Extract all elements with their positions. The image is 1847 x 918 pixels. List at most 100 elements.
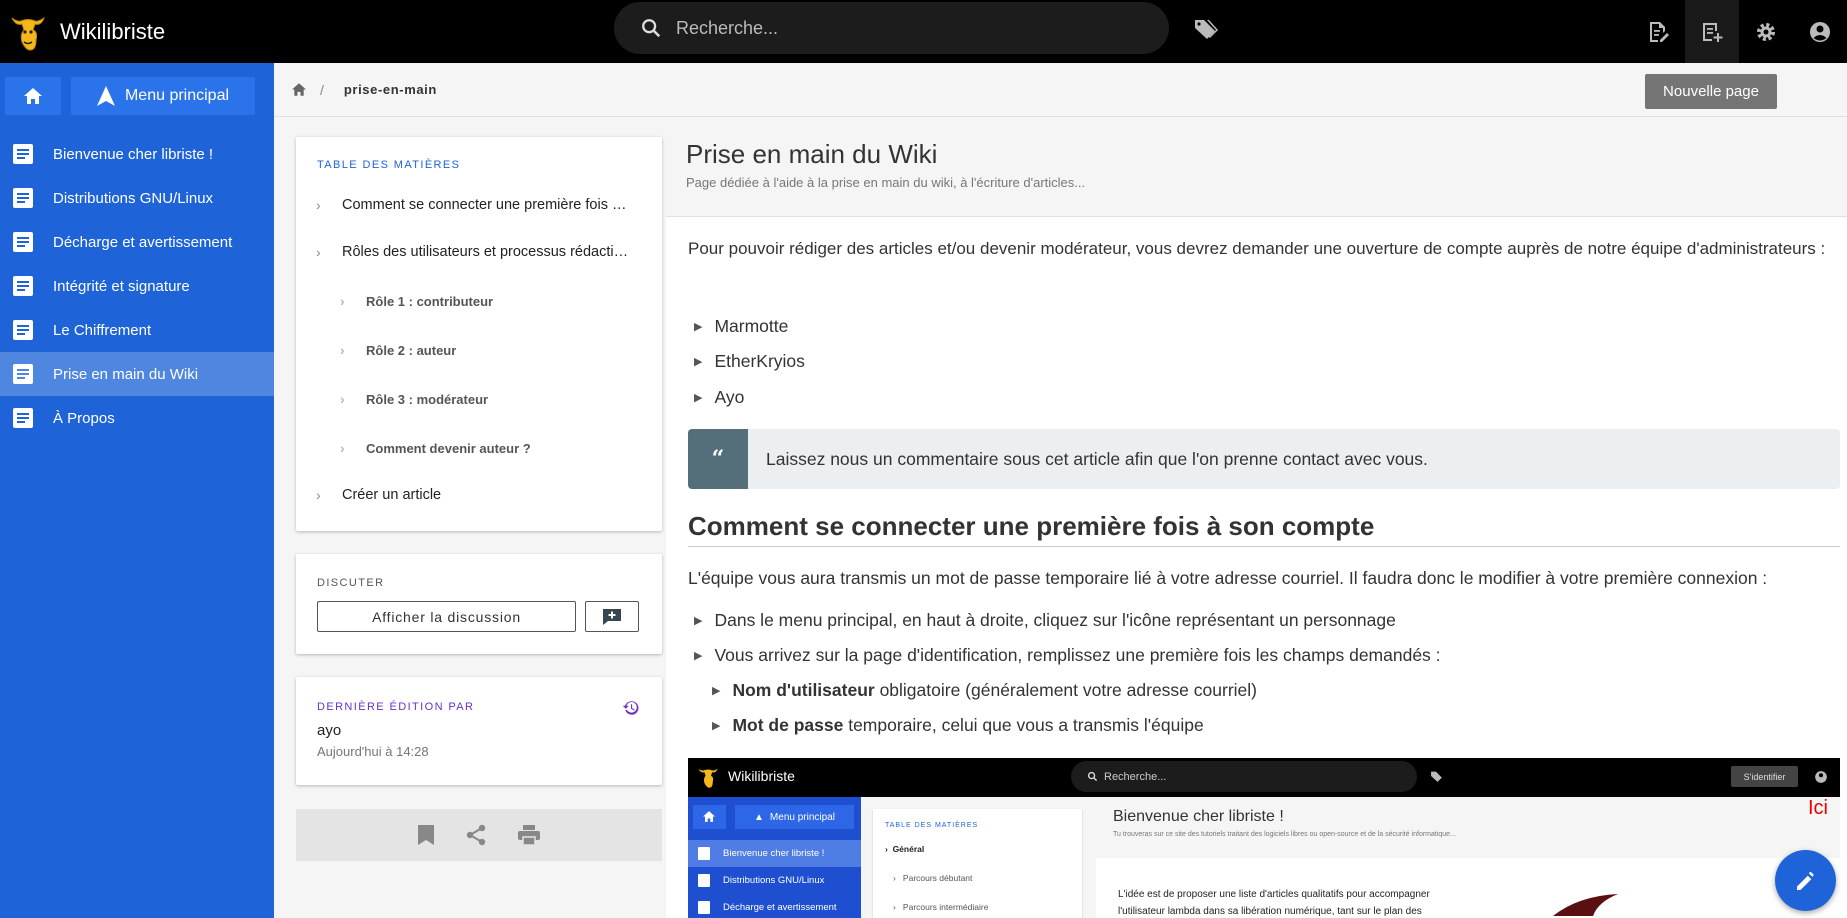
screenshot-toc-label: Parcours débutant (902, 873, 973, 883)
add-comment-button[interactable] (585, 601, 639, 632)
gnu-logo-icon[interactable] (8, 12, 48, 52)
screenshot-title: Bienvenue cher libriste ! (1113, 808, 1284, 825)
toc-item-label: Créer un article (342, 487, 442, 503)
list-item: ▶ Marmotte (694, 316, 788, 337)
chevron-right-icon: › (316, 197, 321, 213)
app-title[interactable]: Wikilibriste (60, 19, 165, 45)
share-icon[interactable] (465, 824, 487, 846)
home-button[interactable] (5, 77, 61, 115)
breadcrumb-current: prise-en-main (343, 82, 437, 97)
home-icon[interactable] (292, 83, 306, 96)
new-page-button-top[interactable] (1685, 0, 1739, 63)
main-menu-button[interactable]: Menu principal (71, 77, 255, 115)
edit-fab-button[interactable] (1775, 850, 1836, 911)
screenshot-topbar: Wikilibriste Recherche... S'identifier (688, 758, 1840, 797)
document-icon (13, 276, 33, 296)
screenshot-toc-item: › Général (885, 844, 925, 854)
last-edit-author[interactable]: ayo (317, 722, 341, 739)
search-icon (642, 19, 661, 38)
sidebar-item-bienvenue[interactable]: Bienvenue cher libriste ! (0, 132, 274, 176)
last-edit-date: Aujourd'hui à 14:28 (317, 744, 429, 759)
sidebar: Menu principal Bienvenue cher libriste !… (0, 63, 274, 918)
toc-item-label: Rôle 3 : modérateur (366, 391, 489, 407)
screenshot-nav-item: Bienvenue cher libriste ! (688, 840, 861, 867)
sidebar-item-chiffrement[interactable]: Le Chiffrement (0, 308, 274, 352)
screenshot-subtitle: Tu trouveras sur ce site des tutoriels t… (1113, 831, 1456, 838)
sidebar-item-label: Distributions GNU/Linux (53, 189, 214, 207)
history-icon[interactable] (622, 699, 640, 717)
account-circle-icon (1815, 771, 1827, 783)
sidebar-item-decharge[interactable]: Décharge et avertissement (0, 220, 274, 264)
search-bar[interactable] (614, 2, 1169, 54)
last-edit-card: DERNIÈRE ÉDITION PAR ayo Aujourd'hui à 1… (296, 677, 662, 785)
settings-button[interactable] (1739, 0, 1793, 63)
search-input[interactable] (676, 17, 1136, 39)
add-comment-icon (603, 608, 621, 625)
embedded-screenshot: Wikilibriste Recherche... S'identifier ▲… (688, 758, 1840, 918)
bullet-triangle-icon: ▶ (694, 650, 703, 662)
chevron-right-icon: › (316, 487, 321, 503)
toc-item[interactable]: › Rôle 1 : contributeur (340, 293, 493, 309)
discuss-title: DISCUTER (317, 577, 385, 589)
sidebar-item-label: Bienvenue cher libriste ! (53, 145, 214, 163)
screenshot-home-button (693, 805, 726, 829)
navigation-arrow-icon: ▲ (754, 811, 764, 823)
toc-item[interactable]: › Rôle 2 : auteur (340, 342, 456, 358)
edit-page-button[interactable] (1631, 0, 1685, 63)
step-text: Dans le menu principal, en haut à droite… (714, 610, 1396, 630)
navigation-arrow-icon (96, 86, 115, 106)
mascot-horn-image (1553, 894, 1618, 916)
substep-text: obligatoire (généralement votre adresse … (874, 680, 1257, 700)
tags-icon[interactable] (1193, 17, 1219, 41)
toc-item-label: Rôle 1 : contributeur (366, 293, 494, 309)
chevron-right-icon: › (340, 391, 345, 407)
bullet-triangle-icon: ▶ (712, 685, 721, 697)
bookmark-icon[interactable] (417, 824, 435, 846)
account-circle-icon (1810, 21, 1830, 42)
sidebar-item-distributions[interactable]: Distributions GNU/Linux (0, 176, 274, 220)
toc-item-label: Rôles des utilisateurs et processus réda… (342, 244, 632, 260)
document-icon (13, 144, 33, 164)
document-icon (13, 408, 33, 428)
quote-icon: “ (688, 429, 748, 489)
screenshot-toc: TABLE DES MATIÈRES › Général › Parcours … (873, 809, 1082, 918)
new-page-button[interactable]: Nouvelle page (1645, 74, 1777, 109)
document-icon (698, 847, 710, 860)
screenshot-sidebar: ▲ Menu principal Bienvenue cher libriste … (688, 797, 861, 918)
home-icon (703, 811, 715, 822)
toc-item-label: Comment se connecter une première fois à… (342, 197, 632, 213)
bullet-triangle-icon: ▶ (694, 392, 703, 404)
toc-item[interactable]: › Rôle 3 : modérateur (340, 391, 488, 407)
substep-bold: Nom d'utilisateur (732, 680, 875, 700)
bullet-triangle-icon: ▶ (694, 615, 703, 627)
toc-item[interactable]: › Créer un article (316, 487, 441, 503)
sidebar-item-label: Intégrité et signature (53, 277, 190, 295)
gear-icon (1757, 22, 1775, 41)
account-button[interactable] (1793, 0, 1847, 63)
section-heading: Comment se connecter une première fois à… (688, 511, 1840, 547)
list-item: ▶ Ayo (694, 387, 744, 408)
toc-item[interactable]: › Comment devenir auteur ? (340, 440, 531, 456)
sidebar-item-integrite[interactable]: Intégrité et signature (0, 264, 274, 308)
toc-title: TABLE DES MATIÈRES (317, 159, 461, 171)
screenshot-search-text: Recherche... (1104, 770, 1167, 783)
screenshot-header: Bienvenue cher libriste ! Tu trouveras s… (1096, 797, 1840, 858)
page-header: Prise en main du Wiki Page dédiée à l'ai… (666, 117, 1847, 217)
show-discussion-button[interactable]: Afficher la discussion (317, 601, 576, 632)
main-menu-label: Menu principal (124, 87, 230, 104)
document-icon (13, 320, 33, 340)
screenshot-login-button: S'identifier (1731, 766, 1798, 787)
sidebar-item-a-propos[interactable]: À Propos (0, 396, 274, 440)
bullet-triangle-icon: ▶ (712, 720, 721, 732)
document-icon (13, 364, 33, 384)
list-item: ▶ EtherKryios (694, 351, 805, 372)
print-icon[interactable] (517, 824, 541, 846)
sidebar-item-prise-en-main[interactable]: Prise en main du Wiki (0, 352, 274, 396)
toc-item[interactable]: › Rôles des utilisateurs et processus réd… (316, 244, 632, 260)
section-paragraph: L'équipe vous aura transmis un mot de pa… (688, 568, 1767, 589)
screenshot-toc-title: TABLE DES MATIÈRES (885, 822, 979, 829)
tags-icon (1431, 771, 1442, 782)
toc-item[interactable]: › Comment se connecter une première fois … (316, 197, 632, 213)
toc-item-label: Comment devenir auteur ? (366, 440, 531, 456)
screenshot-nav-label: Distributions GNU/Linux (723, 875, 825, 886)
